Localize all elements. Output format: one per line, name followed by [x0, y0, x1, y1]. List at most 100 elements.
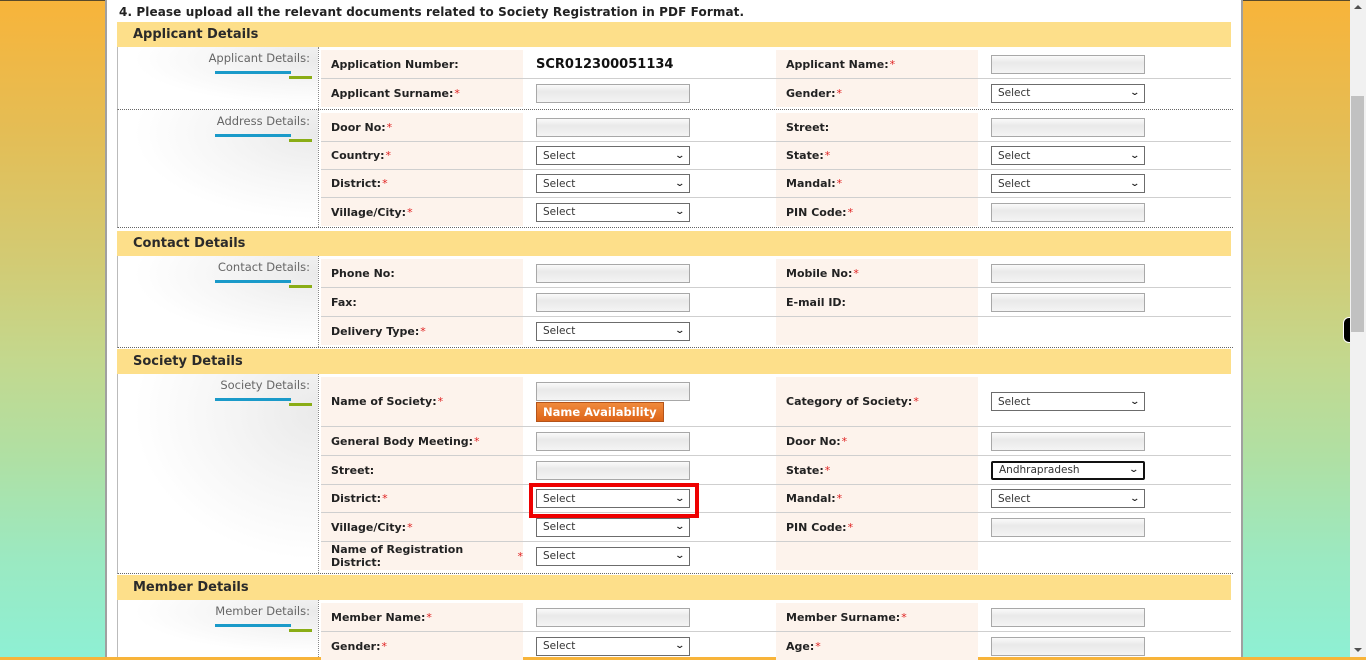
member-gender-select[interactable]: Select ⌄	[536, 636, 690, 656]
field-label: Gender: *	[321, 632, 523, 660]
field-label: Fax:	[321, 288, 523, 316]
gender-select[interactable]: Select ⌄	[991, 83, 1145, 103]
field-value-cell: Select ⌄	[536, 542, 690, 570]
form-row: General Body Meeting: * Door No: *	[321, 427, 1231, 456]
phone-input[interactable]	[536, 263, 690, 283]
scroll-up-arrow-icon[interactable]	[1354, 5, 1362, 9]
chevron-down-icon: ⌄	[1128, 465, 1140, 475]
field-value-cell: Select ⌄	[991, 485, 1145, 512]
accent-bar-green	[289, 76, 312, 79]
field-value-cell: Select ⌄	[991, 142, 1145, 169]
required-marker: *	[824, 463, 831, 477]
accent-bar-green	[289, 629, 312, 632]
society-door-no-input[interactable]	[991, 431, 1145, 451]
side-label: Address Details:	[216, 114, 310, 128]
field-label: Gender: *	[776, 79, 978, 107]
society-street-input[interactable]	[536, 460, 690, 480]
side-panel: Society Details:	[118, 374, 319, 573]
village-select[interactable]: Select ⌄	[536, 202, 690, 222]
field-label	[776, 317, 978, 345]
required-marker: *	[836, 492, 843, 505]
section-header-member: Member Details	[117, 575, 1231, 600]
required-marker: *	[841, 434, 848, 448]
field-label: Village/City: *	[321, 513, 523, 541]
fax-input[interactable]	[536, 292, 690, 312]
field-label: Name of Registration District: *	[321, 542, 523, 570]
form-panel: 4. Please upload all the relevant docume…	[105, 0, 1243, 660]
chevron-down-icon: ⌄	[674, 641, 686, 651]
field-label: Village/City: *	[321, 198, 523, 226]
field-value-cell: SCR012300051134	[536, 50, 673, 78]
state-select[interactable]: Select ⌄	[991, 146, 1145, 165]
side-label: Applicant Details:	[208, 51, 310, 65]
society-group: Society Details: Name of Society: * Name …	[117, 374, 1233, 574]
field-label: Member Name: *	[321, 603, 523, 631]
name-availability-button[interactable]: Name Availability	[536, 401, 664, 422]
field-label: State: *	[776, 456, 978, 484]
general-body-meeting-input[interactable]	[536, 431, 690, 451]
side-panel: Member Details:	[118, 600, 319, 657]
member-surname-input[interactable]	[991, 607, 1145, 627]
field-value-cell: Select ⌄	[991, 377, 1145, 426]
side-panel: Applicant Details:	[118, 47, 319, 109]
field-value-cell: Select ⌄	[536, 632, 690, 660]
email-input[interactable]	[991, 292, 1145, 312]
society-village-select[interactable]: Select ⌄	[536, 517, 690, 537]
contact-group: Contact Details: Phone No: Mobile No: * F…	[117, 256, 1233, 348]
society-state-select[interactable]: Andhrapradesh ⌄	[991, 460, 1145, 480]
required-marker: *	[407, 520, 413, 534]
category-select[interactable]: Select ⌄	[991, 392, 1145, 411]
chevron-down-icon: ⌄	[1129, 493, 1141, 504]
required-marker: *	[382, 492, 388, 505]
form-row: Fax: E-mail ID:	[321, 288, 1231, 317]
section-header-society: Society Details	[117, 349, 1231, 374]
form-row: Village/City: * Select ⌄ PIN Code: *	[321, 513, 1231, 542]
field-value-cell	[536, 427, 690, 455]
registration-district-select[interactable]: Select ⌄	[536, 546, 690, 566]
side-label: Society Details:	[220, 378, 310, 392]
form-row: Gender: * Select ⌄ Age: *	[321, 632, 1231, 660]
street-input[interactable]	[991, 117, 1145, 137]
required-marker: *	[386, 120, 393, 134]
field-label: Delivery Type: *	[321, 317, 523, 345]
field-label: Country: *	[321, 142, 523, 169]
country-select[interactable]: Select ⌄	[536, 146, 690, 165]
member-name-input[interactable]	[536, 607, 690, 627]
required-marker: *	[382, 177, 388, 190]
required-marker: *	[474, 434, 480, 448]
side-panel: Address Details:	[118, 110, 319, 227]
mobile-input[interactable]	[991, 263, 1145, 283]
delivery-type-select[interactable]: Select ⌄	[536, 321, 690, 341]
side-panel: Contact Details:	[118, 256, 319, 347]
form-row: District: * Select ⌄ Mandal: * Select ⌄	[321, 170, 1231, 198]
upload-notice: 4. Please upload all the relevant docume…	[119, 5, 745, 19]
accent-bar-blue	[215, 134, 291, 137]
applicant-surname-input[interactable]	[536, 83, 690, 103]
applicant-name-input[interactable]	[991, 54, 1145, 74]
accent-bar-green	[289, 403, 312, 406]
mandal-select[interactable]: Select ⌄	[991, 174, 1145, 193]
applicant-group: Applicant Details: Application Number: S…	[117, 47, 1233, 110]
scroll-thumb[interactable]	[1351, 96, 1364, 332]
field-label: District: *	[321, 485, 523, 512]
door-no-input[interactable]	[536, 117, 690, 137]
society-name-input[interactable]	[536, 381, 690, 401]
form-row: Name of Registration District: * Select ⌄	[321, 542, 1231, 570]
vertical-scrollbar[interactable]	[1350, 0, 1366, 657]
field-value-cell: Select ⌄	[536, 317, 690, 345]
field-label	[776, 542, 978, 570]
pin-code-input[interactable]	[991, 202, 1145, 222]
required-marker: *	[381, 639, 387, 653]
member-age-input[interactable]	[991, 636, 1145, 656]
district-select[interactable]: Select ⌄	[536, 174, 690, 193]
field-value-cell: Name Availability	[536, 377, 690, 426]
chevron-down-icon: ⌄	[674, 207, 686, 217]
field-value-cell: Select ⌄	[536, 170, 690, 197]
society-mandal-select[interactable]: Select ⌄	[991, 489, 1145, 508]
scroll-down-arrow-icon[interactable]	[1354, 648, 1362, 652]
field-label: Mandal: *	[776, 485, 978, 512]
accent-bar-blue	[215, 398, 291, 401]
society-pin-code-input[interactable]	[991, 517, 1145, 537]
field-value-cell	[991, 198, 1145, 226]
field-label: Applicant Name: *	[776, 50, 978, 78]
